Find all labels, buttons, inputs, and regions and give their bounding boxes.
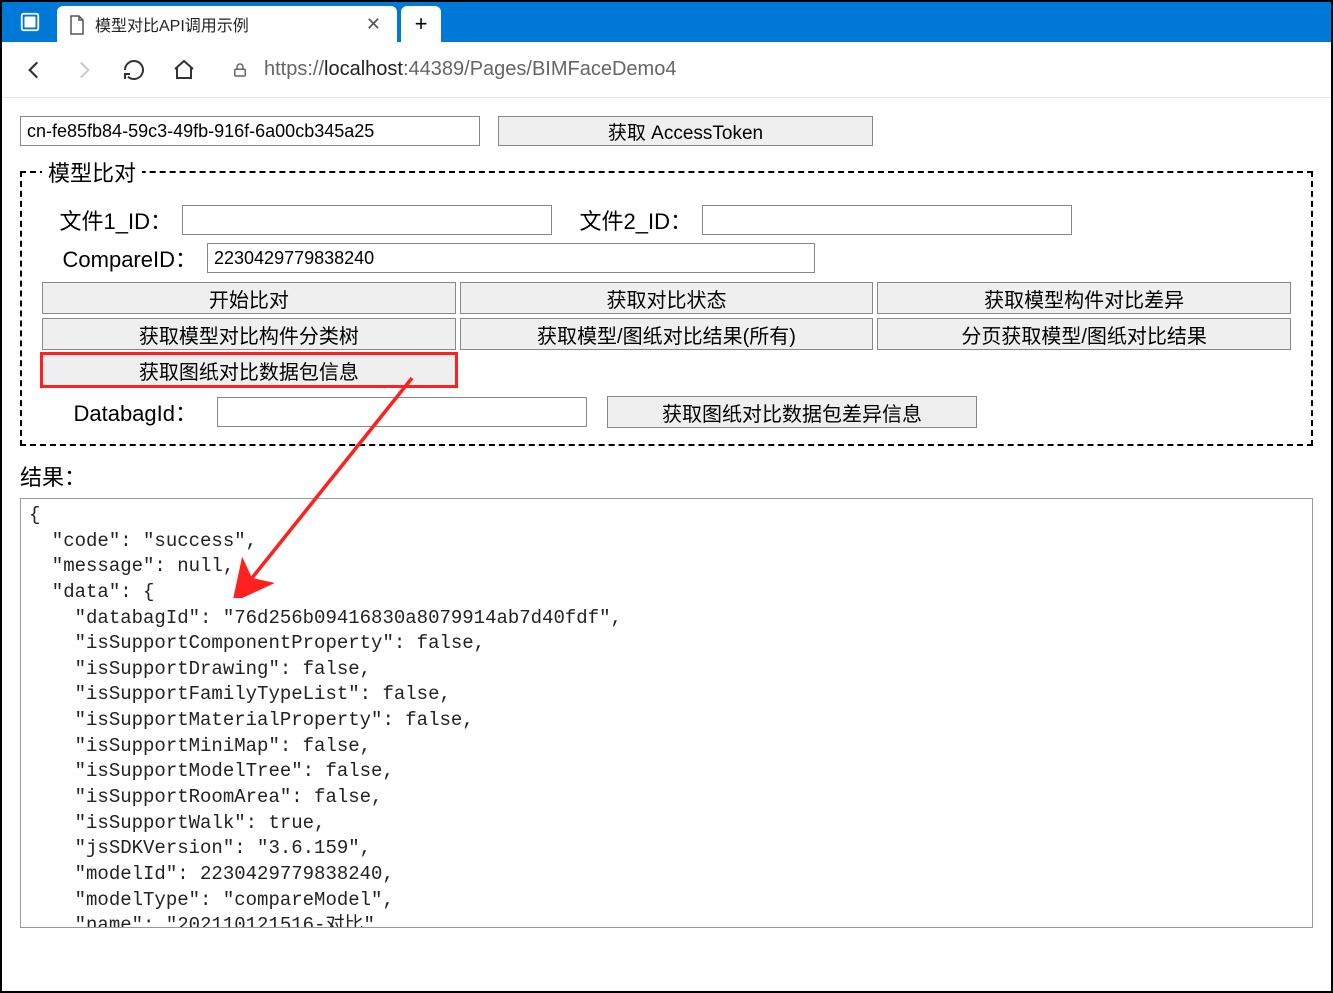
get-access-token-button[interactable]: 获取 AccessToken bbox=[498, 116, 873, 146]
new-tab-button[interactable]: + bbox=[401, 6, 441, 42]
lock-icon bbox=[230, 60, 250, 80]
get-paged-compare-result-button[interactable]: 分页获取模型/图纸对比结果 bbox=[877, 318, 1291, 350]
forward-button[interactable] bbox=[70, 56, 98, 84]
refresh-button[interactable] bbox=[120, 56, 148, 84]
start-compare-button[interactable]: 开始比对 bbox=[42, 282, 456, 314]
access-token-input[interactable] bbox=[20, 116, 480, 146]
url-text: https://localhost:44389/Pages/BIMFaceDem… bbox=[264, 58, 676, 81]
get-component-tree-button[interactable]: 获取模型对比构件分类树 bbox=[42, 318, 456, 350]
close-tab-icon[interactable]: ✕ bbox=[362, 14, 385, 35]
get-component-diff-button[interactable]: 获取模型构件对比差异 bbox=[877, 282, 1291, 314]
page-content: 获取 AccessToken 模型比对 文件1_ID： 文件2_ID： Comp… bbox=[2, 98, 1331, 946]
tab-title: 模型对比API调用示例 bbox=[95, 12, 249, 36]
address-bar[interactable]: https://localhost:44389/Pages/BIMFaceDem… bbox=[220, 58, 1313, 81]
compareid-label: CompareID： bbox=[42, 242, 197, 274]
compareid-input[interactable] bbox=[207, 243, 815, 273]
window-titlebar: 模型对比API调用示例 ✕ + bbox=[2, 2, 1331, 42]
get-all-compare-result-button[interactable]: 获取模型/图纸对比结果(所有) bbox=[460, 318, 874, 350]
back-button[interactable] bbox=[20, 56, 48, 84]
browser-toolbar: https://localhost:44389/Pages/BIMFaceDem… bbox=[2, 42, 1331, 98]
app-icon bbox=[2, 2, 57, 42]
home-button[interactable] bbox=[170, 56, 198, 84]
compare-legend: 模型比对 bbox=[42, 156, 142, 188]
page-icon bbox=[69, 15, 85, 33]
get-drawing-databag-info-button[interactable]: 获取图纸对比数据包信息 bbox=[42, 354, 456, 386]
browser-tab[interactable]: 模型对比API调用示例 ✕ bbox=[57, 6, 397, 42]
databagid-label: DatabagId： bbox=[42, 396, 197, 428]
databagid-input[interactable] bbox=[217, 397, 587, 427]
file1-label: 文件1_ID： bbox=[42, 204, 172, 236]
compare-fieldset: 模型比对 文件1_ID： 文件2_ID： CompareID： 开始比对 获取对… bbox=[20, 156, 1313, 446]
result-textarea[interactable]: { "code": "success", "message": null, "d… bbox=[20, 498, 1313, 928]
file1-input[interactable] bbox=[182, 205, 552, 235]
file2-input[interactable] bbox=[702, 205, 1072, 235]
get-databag-diff-button[interactable]: 获取图纸对比数据包差异信息 bbox=[607, 396, 977, 428]
compare-button-grid: 开始比对 获取对比状态 获取模型构件对比差异 获取模型对比构件分类树 获取模型/… bbox=[42, 282, 1291, 386]
result-label: 结果： bbox=[20, 460, 1313, 492]
get-compare-status-button[interactable]: 获取对比状态 bbox=[460, 282, 874, 314]
file2-label: 文件2_ID： bbox=[572, 204, 692, 236]
